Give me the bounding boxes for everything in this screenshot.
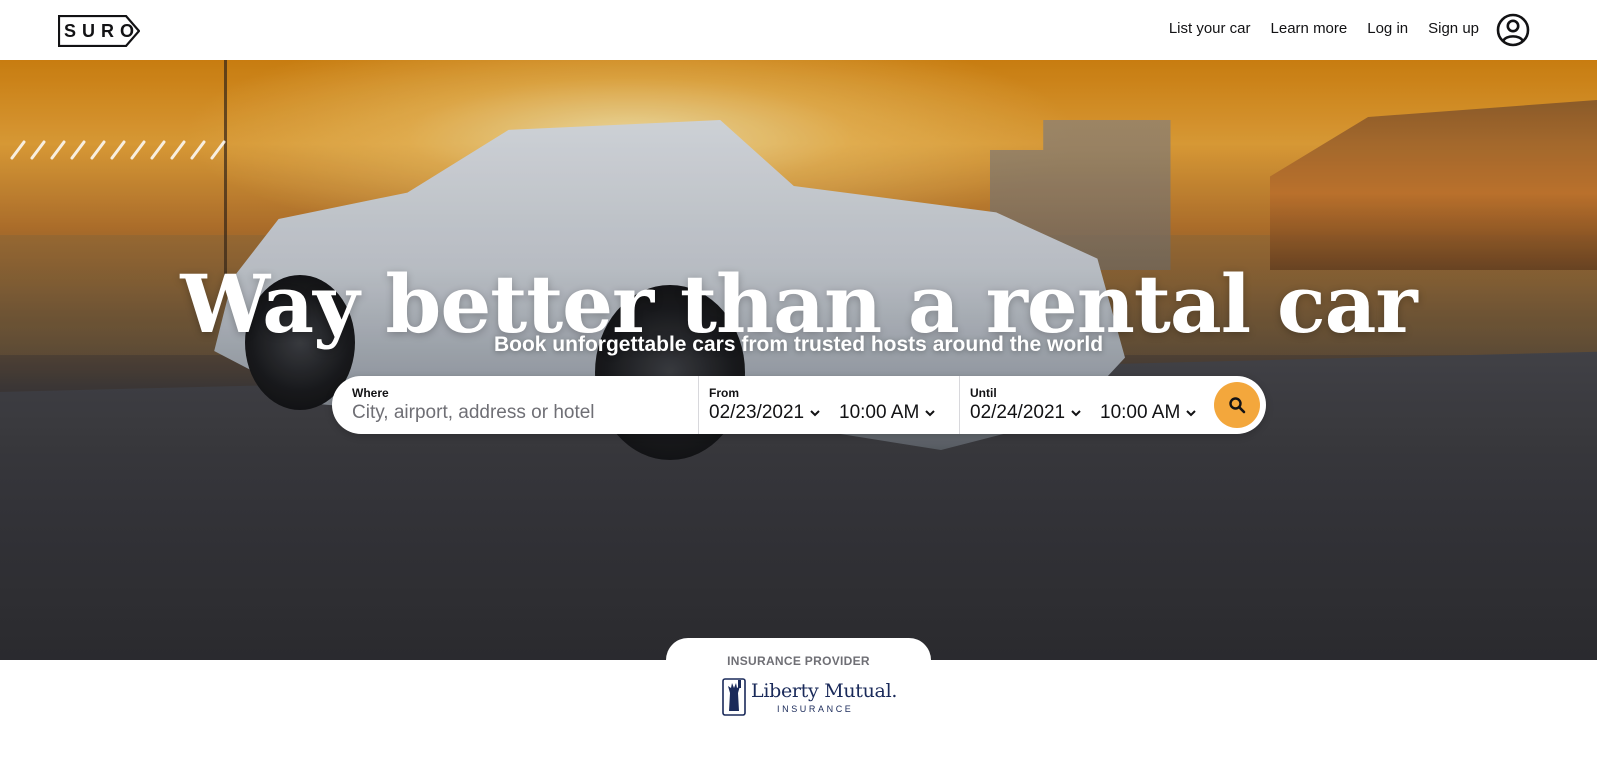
where-field[interactable]: Where	[332, 376, 698, 434]
from-label: From	[709, 386, 739, 400]
chevron-down-icon	[1071, 410, 1081, 417]
hero-overlay	[0, 60, 1597, 660]
search-button[interactable]	[1214, 382, 1260, 428]
until-time-value: 10:00 AM	[1100, 402, 1181, 423]
chevron-down-icon	[1186, 410, 1196, 417]
from-time-value: 10:00 AM	[839, 402, 920, 423]
until-label: Until	[970, 386, 997, 400]
logo-text: SURO	[64, 21, 141, 41]
provider-name: Liberty Mutual.	[751, 680, 898, 702]
hero-subheadline: Book unforgettable cars from trusted hos…	[493, 333, 1104, 356]
nav-link-list-your-car[interactable]: List your car	[1169, 19, 1251, 39]
search-icon	[1229, 397, 1246, 414]
insurance-provider-label: INSURANCE PROVIDER	[727, 654, 870, 668]
user-circle-icon[interactable]	[1496, 13, 1530, 47]
suro-logo[interactable]: SURO	[58, 15, 140, 47]
nav-link-learn-more[interactable]: Learn more	[1271, 19, 1348, 39]
search-bar: Where From 02/23/2021 10:00 AM Until 02/…	[332, 376, 1266, 434]
from-time-select[interactable]: 10:00 AM	[839, 401, 937, 425]
until-date-select[interactable]: 02/24/2021	[970, 401, 1083, 425]
decorative-stripes-icon	[10, 140, 226, 160]
from-date-select[interactable]: 02/23/2021	[709, 401, 822, 425]
nav-link-log-in[interactable]: Log in	[1367, 19, 1408, 39]
from-field: From 02/23/2021 10:00 AM	[698, 376, 959, 434]
liberty-mutual-logo: Liberty Mutual. INSURANCE	[720, 677, 897, 719]
until-time-select[interactable]: 10:00 AM	[1100, 401, 1198, 425]
until-date-value: 02/24/2021	[970, 402, 1066, 423]
provider-subtitle: INSURANCE	[777, 704, 854, 714]
from-date-value: 02/23/2021	[709, 402, 805, 423]
where-input[interactable]	[352, 401, 682, 425]
chevron-down-icon	[925, 410, 935, 417]
until-field: Until 02/24/2021 10:00 AM	[959, 376, 1212, 434]
nav-links: List your car Learn more Log in Sign up	[1169, 19, 1479, 39]
chevron-down-icon	[810, 410, 820, 417]
statue-of-liberty-icon	[722, 678, 746, 716]
hero-section: Way better than a rental car Book unforg…	[0, 60, 1597, 660]
where-label: Where	[352, 386, 389, 400]
nav-link-sign-up[interactable]: Sign up	[1428, 19, 1479, 39]
top-navigation: SURO List your car Learn more Log in Sig…	[0, 0, 1597, 60]
